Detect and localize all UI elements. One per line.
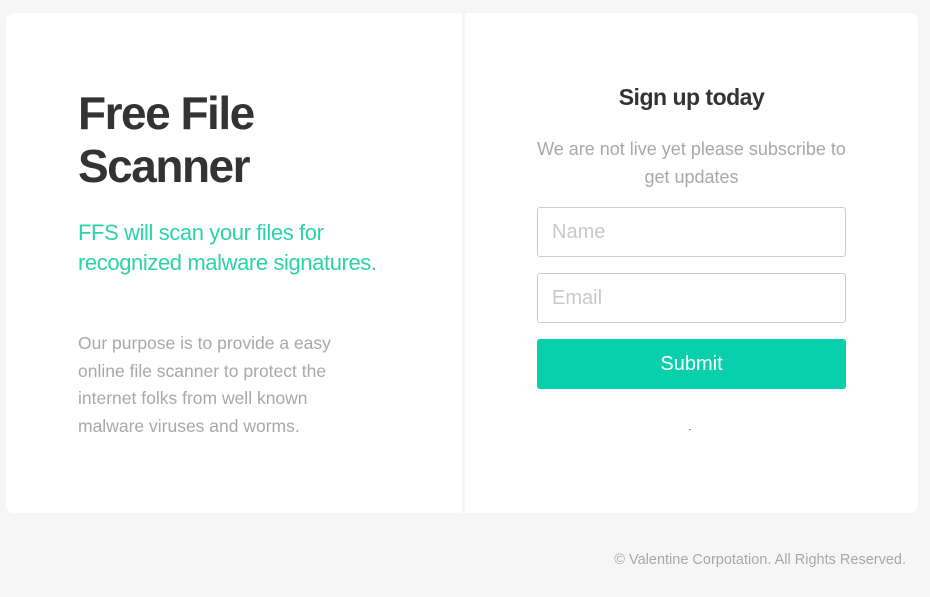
page-title: Free File Scanner xyxy=(78,87,255,192)
signup-subtitle: We are not live yet please subscribe to … xyxy=(537,139,846,187)
tagline: FFS will scan your files for recognized … xyxy=(78,220,377,275)
status-dot xyxy=(689,429,691,430)
page: Free File Scanner FFS will scan your fil… xyxy=(0,0,930,597)
name-input[interactable] xyxy=(537,207,846,257)
intro-panel: Free File Scanner FFS will scan your fil… xyxy=(6,13,462,513)
description: Our purpose is to provide a easy online … xyxy=(78,333,331,436)
email-input[interactable] xyxy=(537,273,846,323)
signup-title: Sign up today xyxy=(618,84,765,110)
submit-button[interactable]: Submit xyxy=(537,339,846,389)
signup-panel: Sign up today We are not live yet please… xyxy=(465,13,918,513)
footer-copyright: © Valentine Corpotation. All Rights Rese… xyxy=(614,552,906,568)
